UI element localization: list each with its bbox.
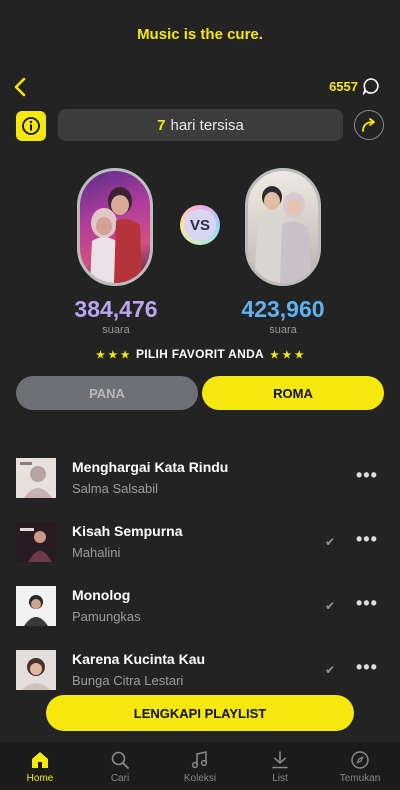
back-button[interactable]	[10, 76, 32, 98]
album-art	[16, 522, 56, 562]
nav-home-label: Home	[26, 773, 54, 784]
album-art	[16, 458, 56, 498]
vs-label: VS	[184, 209, 216, 241]
song-title: Menghargai Kata Rindu	[72, 459, 229, 475]
song-row[interactable]: Monolog Pamungkas ✔ •••	[0, 586, 400, 650]
share-arrow-icon	[362, 118, 375, 132]
home-icon	[32, 752, 48, 768]
album-art	[16, 586, 56, 626]
pick-favorite-heading: ★ ★ ★ PILIH FAVORIT ANDA ★ ★ ★	[0, 347, 400, 361]
vs-badge: VS	[180, 205, 220, 245]
song-row[interactable]: Menghargai Kata Rindu Salma Salsabil •••	[0, 458, 400, 522]
compass-icon	[351, 751, 369, 769]
nav-collection[interactable]: Koleksi	[160, 742, 240, 790]
days-label: hari tersisa	[170, 116, 244, 134]
nav-search[interactable]: Cari	[80, 742, 160, 790]
more-options-icon[interactable]: •••	[356, 529, 378, 550]
more-options-icon[interactable]: •••	[356, 465, 378, 486]
info-icon	[22, 117, 40, 135]
pana-avatar[interactable]	[77, 168, 153, 286]
more-options-icon[interactable]: •••	[356, 657, 378, 678]
chat-bubble-icon	[362, 78, 379, 95]
nav-list[interactable]: List	[240, 742, 320, 790]
nav-search-label: Cari	[110, 773, 130, 784]
tagline: Music is the cure.	[137, 26, 263, 43]
song-artist: Salma Salsabil	[72, 481, 158, 496]
song-title: Kisah Sempurna	[72, 523, 183, 539]
pana-votes: 384,476	[74, 296, 158, 322]
nav-list-label: List	[272, 773, 288, 784]
nav-discover[interactable]: Temukan	[320, 742, 400, 790]
days-remaining: 7 hari tersisa	[58, 109, 343, 141]
more-options-icon[interactable]: •••	[356, 593, 378, 614]
coin-balance[interactable]: 6557	[329, 77, 380, 95]
bottom-nav: Home Cari Koleksi List Temukan	[0, 742, 400, 790]
check-icon: ✔	[325, 599, 336, 613]
stars-left-icon: ★ ★ ★	[96, 350, 130, 361]
song-artist: Bunga Citra Lestari	[72, 673, 184, 688]
search-icon	[111, 751, 129, 769]
song-row[interactable]: Kisah Sempurna Mahalini ✔ •••	[0, 522, 400, 586]
check-icon: ✔	[325, 535, 336, 549]
song-title: Karena Kucinta Kau	[72, 651, 206, 667]
pana-votes-label: suara	[102, 324, 130, 336]
download-icon	[272, 751, 288, 769]
option-roma-button[interactable]: ROMA	[202, 376, 384, 410]
album-art	[16, 650, 56, 690]
check-icon: ✔	[325, 663, 336, 677]
song-artist: Pamungkas	[72, 609, 141, 624]
roma-votes-label: suara	[269, 324, 297, 336]
chevron-left-icon	[14, 77, 26, 97]
complete-playlist-button[interactable]: LENGKAPI PLAYLIST	[46, 695, 354, 731]
coin-count: 6557	[329, 78, 358, 94]
option-pana-button[interactable]: PANA	[16, 376, 198, 410]
roma-votes: 423,960	[241, 296, 325, 322]
share-button[interactable]	[354, 110, 384, 140]
info-button[interactable]	[16, 111, 46, 141]
nav-collection-label: Koleksi	[183, 773, 217, 784]
pick-favorite-label: PILIH FAVORIT ANDA	[135, 347, 265, 361]
roma-avatar[interactable]	[245, 168, 321, 286]
days-count: 7	[157, 116, 166, 134]
stars-right-icon: ★ ★ ★	[270, 350, 304, 361]
song-title: Monolog	[72, 587, 131, 603]
nav-discover-label: Temukan	[339, 773, 381, 784]
music-note-icon	[191, 751, 208, 769]
nav-home[interactable]: Home	[0, 742, 80, 790]
song-artist: Mahalini	[72, 545, 121, 560]
